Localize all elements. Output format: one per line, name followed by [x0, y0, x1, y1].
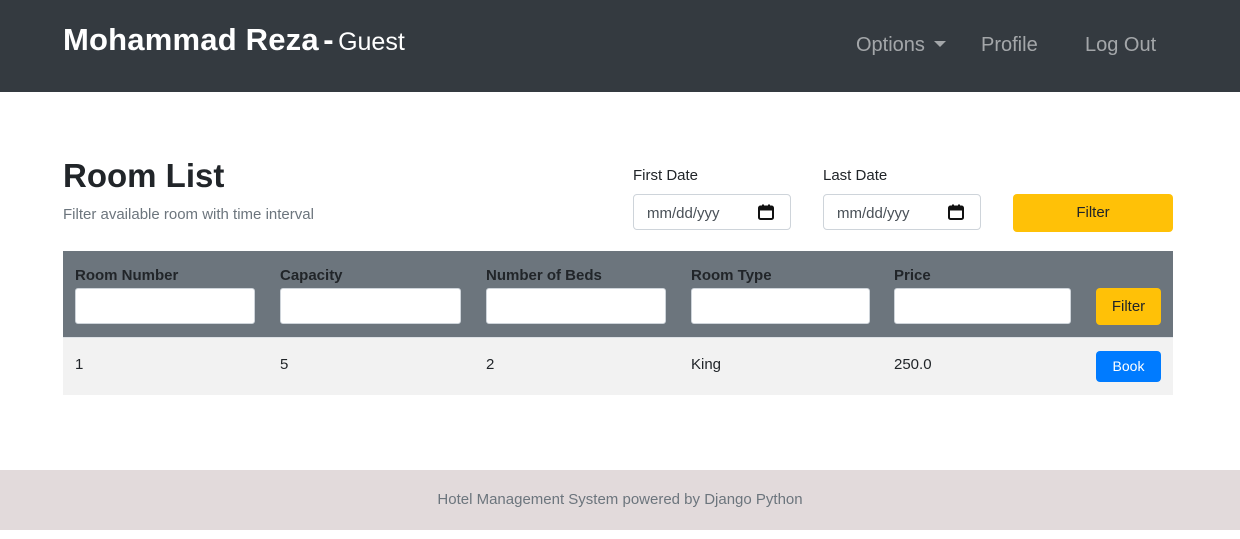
brand-separator: - [323, 22, 334, 57]
page-subtitle: Filter available room with time interval [63, 206, 314, 223]
nav-logout-link[interactable]: Log Out [1085, 34, 1156, 57]
last-date-value: mm/dd/yyy [837, 205, 910, 222]
footer-text: Hotel Management System powered by Djang… [437, 491, 803, 508]
cell-capacity: 5 [280, 356, 289, 373]
brand[interactable]: Mohammad Reza - Guest [63, 22, 405, 58]
caret-down-icon [933, 41, 946, 47]
last-date-label: Last Date [823, 167, 888, 184]
cell-room-type: King [691, 356, 722, 373]
table-row: 1 5 2 King 250.0 Book [63, 337, 1173, 395]
column-header-number-of-beds: Number of Beds [486, 267, 602, 284]
nav-profile-link[interactable]: Profile [981, 34, 1038, 57]
column-header-room-type: Room Type [691, 267, 772, 284]
calendar-icon[interactable] [948, 204, 964, 220]
book-button[interactable]: Book [1096, 351, 1161, 382]
brand-role: Guest [338, 28, 405, 56]
date-filter-button[interactable]: Filter [1013, 194, 1173, 232]
first-date-input[interactable]: mm/dd/yyy [633, 194, 791, 230]
column-header-room-number: Room Number [75, 267, 179, 284]
nav-options-dropdown[interactable]: Options [856, 34, 946, 57]
beds-filter-input[interactable] [486, 288, 666, 324]
first-date-value: mm/dd/yyy [647, 205, 720, 222]
brand-name: Mohammad Reza [63, 22, 319, 57]
price-filter-input[interactable] [894, 288, 1071, 324]
column-header-capacity: Capacity [280, 267, 343, 284]
cell-room-number: 1 [75, 356, 84, 373]
room-number-filter-input[interactable] [75, 288, 255, 324]
nav-options-label: Options [856, 34, 925, 56]
page-title: Room List [63, 157, 225, 194]
last-date-input[interactable]: mm/dd/yyy [823, 194, 981, 230]
navbar: Mohammad Reza - Guest Options Profile Lo… [0, 0, 1240, 92]
table-filter-button[interactable]: Filter [1096, 288, 1161, 325]
capacity-filter-input[interactable] [280, 288, 461, 324]
cell-beds: 2 [486, 356, 495, 373]
table-header: Room Number Capacity Number of Beds Room… [63, 251, 1173, 337]
footer: Hotel Management System powered by Djang… [0, 470, 1240, 530]
column-header-price: Price [894, 267, 931, 284]
first-date-label: First Date [633, 167, 699, 184]
calendar-icon[interactable] [758, 204, 774, 220]
cell-price: 250.0 [894, 356, 932, 373]
room-type-filter-input[interactable] [691, 288, 870, 324]
